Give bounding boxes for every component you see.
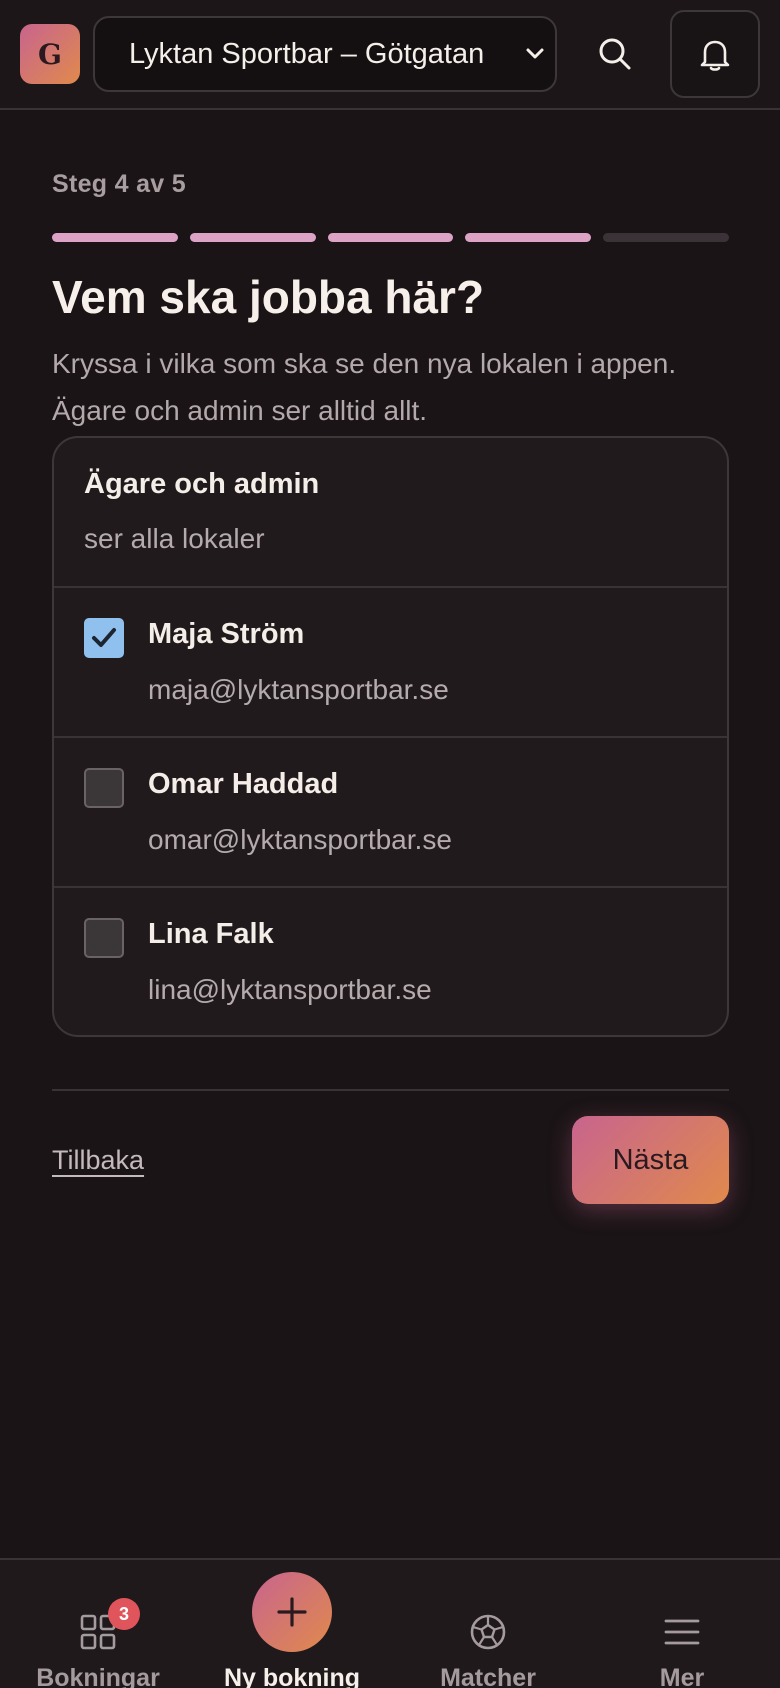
bookings-badge: 3 [108,1598,140,1630]
new-booking-fab[interactable] [252,1572,332,1652]
nav-label: Mer [659,1664,705,1688]
app-header: G Lyktan Sportbar – Götgatan [0,0,780,110]
app-logo[interactable]: G [20,24,80,84]
page-subtitle: Kryssa i vilka som ska se den nya lokale… [52,348,677,426]
staff-row[interactable]: Lina Falk lina@lyktansportbar.se [54,888,727,1035]
nav-label: Matcher [440,1664,536,1688]
staff-name: Omar Haddad [148,768,339,800]
owners-admin-heading: Ägare och admin [84,468,320,500]
progress-segment [465,233,592,242]
menu-icon [664,1619,700,1645]
nav-item-new-booking[interactable]: Ny bokning [202,1560,382,1688]
notifications-button[interactable] [670,10,760,98]
staff-email: lina@lyktansportbar.se [148,974,432,1005]
owners-admin-note: ser alla lokaler [84,523,265,554]
checkmark-icon [92,628,116,647]
staff-row[interactable]: Maja Ström maja@lyktansportbar.se [54,588,727,738]
search-button[interactable] [592,22,638,86]
staff-name: Maja Ström [148,618,305,650]
staff-checkbox[interactable] [84,618,124,658]
nav-item-matches[interactable]: Matcher [398,1560,578,1688]
step-progress-bar [52,233,729,242]
search-icon [599,38,631,70]
back-link[interactable]: Tillbaka [52,1145,144,1176]
staff-checkbox[interactable] [84,918,124,958]
page-title: Vem ska jobba här? [52,271,485,323]
venue-select[interactable]: Lyktan Sportbar – Götgatan [93,16,557,92]
plus-icon [277,1597,307,1627]
staff-email: omar@lyktansportbar.se [148,824,452,855]
nav-label: Ny bokning [223,1664,361,1688]
staff-row[interactable]: Omar Haddad omar@lyktansportbar.se [54,738,727,888]
progress-segment [189,233,316,242]
owners-admin-section: Ägare och admin ser alla lokaler [54,438,727,588]
staff-checkbox[interactable] [84,768,124,808]
divider [52,1089,729,1091]
staff-card: Ägare och admin ser alla lokaler Maja St… [52,436,729,1037]
staff-name: Lina Falk [148,918,274,950]
bell-icon [700,40,730,71]
soccer-ball-icon [470,1614,506,1650]
progress-segment [52,233,178,242]
next-button[interactable]: Nästa [572,1116,729,1204]
chevron-down-icon [526,48,544,59]
nav-label: Bokningar [36,1664,160,1688]
nav-item-bookings[interactable]: 3 Bokningar [8,1560,188,1688]
staff-email: maja@lyktansportbar.se [148,674,449,705]
nav-item-more[interactable]: Mer [592,1560,772,1688]
progress-segment [327,233,454,242]
progress-segment [603,233,729,242]
bottom-nav: 3 Bokningar Ny bokning Matcher Mer [0,1558,780,1688]
venue-select-value: Lyktan Sportbar – Götgatan [129,37,485,70]
step-indicator: Steg 4 av 5 [52,170,186,198]
